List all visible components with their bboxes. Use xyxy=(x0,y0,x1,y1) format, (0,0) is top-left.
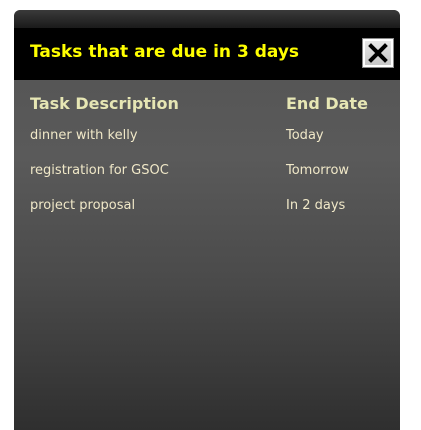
dialog-title: Tasks that are due in 3 days xyxy=(30,42,300,62)
task-end-date: In 2 days xyxy=(286,198,346,213)
table-header: Task Description End Date xyxy=(30,94,390,118)
table-row: registration for GSOC Tomorrow xyxy=(30,163,390,198)
task-description: dinner with kelly xyxy=(30,128,138,143)
task-description: registration for GSOC xyxy=(30,163,169,178)
task-end-date: Tomorrow xyxy=(286,163,350,178)
task-description: project proposal xyxy=(30,198,136,213)
window-top-edge xyxy=(14,10,400,28)
header-task-description: Task Description xyxy=(30,94,179,113)
title-bar: Tasks that are due in 3 days xyxy=(14,28,400,80)
table-row: dinner with kelly Today xyxy=(30,128,390,163)
table-row: project proposal In 2 days xyxy=(30,198,390,233)
task-reminder-window: Tasks that are due in 3 days Task Descri… xyxy=(14,10,400,430)
header-end-date: End Date xyxy=(286,94,368,113)
task-end-date: Today xyxy=(286,128,324,143)
close-button[interactable] xyxy=(362,38,394,68)
close-icon xyxy=(368,43,388,63)
task-table: Task Description End Date dinner with ke… xyxy=(30,94,390,233)
